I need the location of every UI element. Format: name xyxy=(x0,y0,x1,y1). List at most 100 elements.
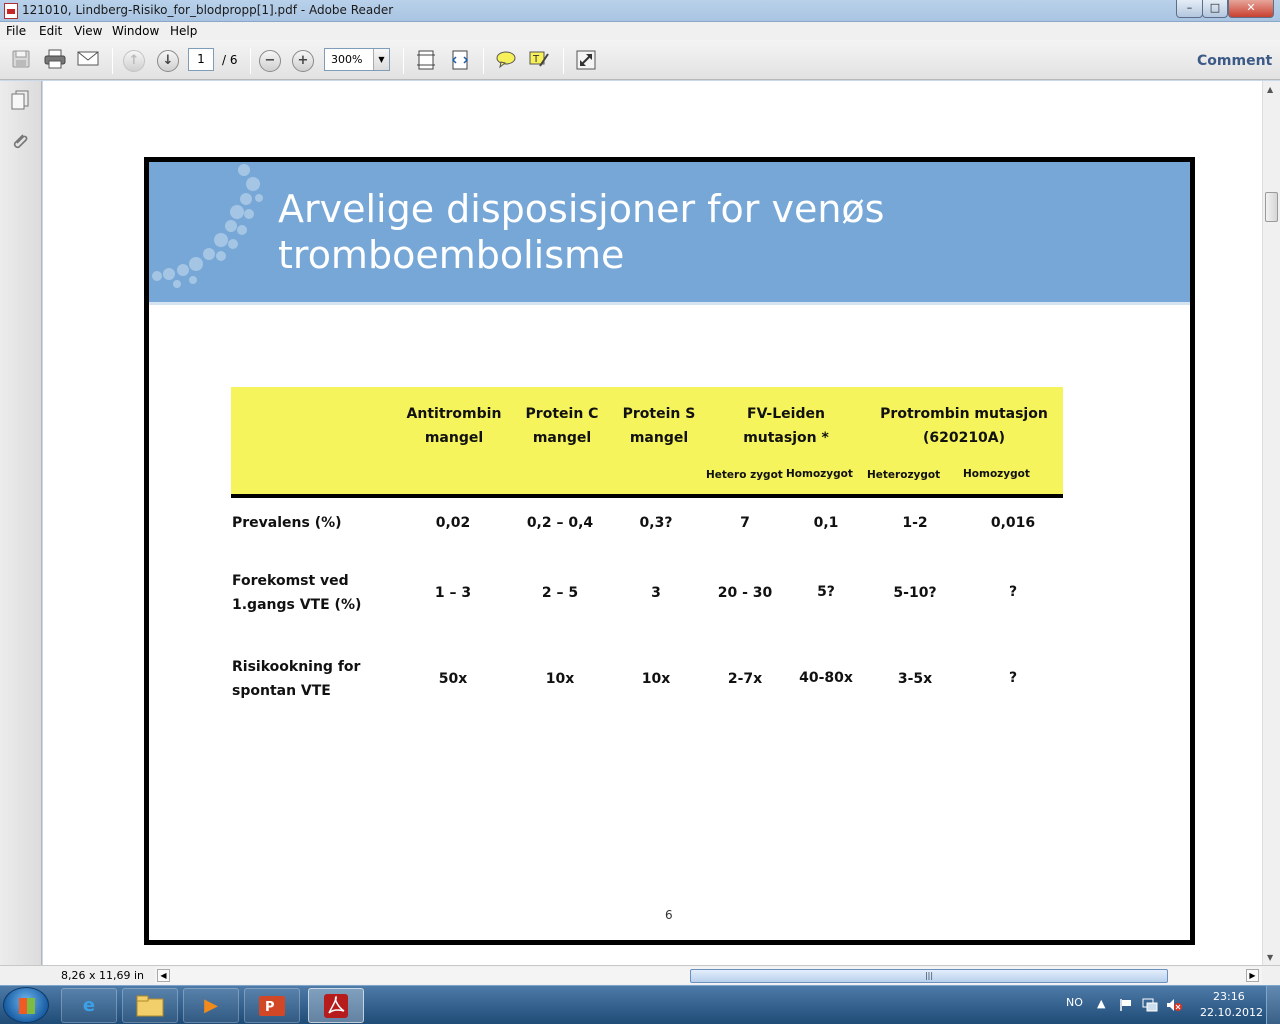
table-cell: 3-5x xyxy=(897,671,933,687)
header-line: mangel xyxy=(424,430,484,446)
row-label-line: spontan VTE xyxy=(232,683,331,699)
comment-pane-button[interactable]: Comment xyxy=(1197,53,1272,69)
scroll-down-icon[interactable]: ▼ xyxy=(1267,953,1273,962)
maximize-button[interactable]: □ xyxy=(1202,0,1228,18)
header-line: Protein S xyxy=(622,406,696,422)
subheader-fv-homo: Homozygot xyxy=(786,468,853,480)
slide-title: Arvelige disposisjoner for venøs tromboe… xyxy=(278,186,884,278)
print-icon[interactable] xyxy=(43,49,67,71)
table-cell: ? xyxy=(1008,670,1018,686)
table-cell: 5-10? xyxy=(893,585,937,601)
table-cell: 0,016 xyxy=(990,515,1036,531)
save-icon[interactable] xyxy=(9,49,33,71)
menu-file[interactable]: File xyxy=(6,24,26,38)
adobe-reader-icon[interactable] xyxy=(308,988,364,1023)
next-page-icon[interactable]: ↓ xyxy=(157,50,179,72)
table-cell: 3 xyxy=(651,585,661,601)
zoom-in-icon[interactable]: + xyxy=(292,50,314,72)
file-explorer-icon[interactable] xyxy=(122,988,178,1023)
svg-text:T: T xyxy=(532,54,540,65)
internet-explorer-icon[interactable]: e xyxy=(61,988,117,1023)
powerpoint-icon[interactable]: P xyxy=(244,988,300,1023)
bead-decoration xyxy=(152,164,263,288)
table-cell: 2 – 5 xyxy=(541,585,579,601)
row-label-risikookning: Risikookning for spontan VTE xyxy=(232,655,360,703)
chevron-down-icon[interactable]: ▼ xyxy=(373,49,389,70)
scroll-up-icon[interactable]: ▲ xyxy=(1267,85,1273,94)
highlight-icon[interactable]: T xyxy=(527,49,551,71)
header-line: mangel xyxy=(629,430,689,446)
menu-window[interactable]: Window xyxy=(112,24,159,38)
flag-icon[interactable] xyxy=(1119,998,1133,1024)
fit-page-icon[interactable] xyxy=(414,49,438,71)
document-view[interactable]: Arvelige disposisjoner for venøs tromboe… xyxy=(43,81,1262,965)
row-label-prevalens: Prevalens (%) xyxy=(232,511,342,535)
horizontal-scrollbar[interactable]: ◀ ||| ▶ xyxy=(155,967,1262,984)
menu-help[interactable]: Help xyxy=(170,24,197,38)
header-line: FV-Leiden xyxy=(747,406,825,422)
fit-width-icon[interactable] xyxy=(448,49,472,71)
clock-date[interactable]: 22.10.2012 xyxy=(1200,1006,1263,1024)
table-cell: 0,02 xyxy=(435,515,471,531)
pages-icon[interactable] xyxy=(9,89,31,111)
title-bar: 121010, Lindberg-Risiko_for_blodpropp[1]… xyxy=(0,0,1280,22)
zoom-value: 300% xyxy=(331,53,363,66)
zoom-select[interactable]: 300% ▼ xyxy=(324,48,390,71)
show-desktop-button[interactable] xyxy=(1266,986,1280,1024)
pdf-file-icon xyxy=(4,3,18,19)
table-cell: 0,1 xyxy=(813,515,839,531)
col-header-antitrombin: Antitrombin mangel xyxy=(394,402,514,450)
page-number-input[interactable]: 1 xyxy=(188,48,214,71)
language-indicator[interactable]: NO xyxy=(1066,996,1083,1024)
minimize-button[interactable]: – xyxy=(1176,0,1203,18)
table-cell: 10x xyxy=(545,671,575,687)
table-cell: 5? xyxy=(817,584,835,600)
table-cell: ? xyxy=(1008,584,1018,600)
scroll-right-icon[interactable]: ▶ xyxy=(1246,969,1259,982)
row-label-line: 1.gangs VTE (%) xyxy=(232,597,362,613)
table-cell: 1 – 3 xyxy=(434,585,472,601)
vertical-scrollbar[interactable]: ▲ ▼ xyxy=(1262,81,1280,965)
slide-header: Arvelige disposisjoner for venøs tromboe… xyxy=(149,162,1190,302)
header-divider xyxy=(149,302,1190,305)
expand-icon[interactable] xyxy=(574,49,598,71)
row-label-line: Prevalens (%) xyxy=(232,515,342,531)
col-header-protein-s: Protein S mangel xyxy=(609,402,709,450)
menu-bar: File Edit View Window Help xyxy=(0,22,1280,40)
table-header-rule xyxy=(231,494,1063,498)
subheader-fv-hetero: Hetero zygot xyxy=(706,469,783,481)
table-cell: 50x xyxy=(438,671,468,687)
menu-view[interactable]: View xyxy=(74,24,102,38)
sticky-note-icon[interactable] xyxy=(494,49,518,71)
scroll-thumb[interactable]: ||| xyxy=(690,969,1168,983)
network-icon[interactable] xyxy=(1142,998,1158,1024)
toolbar-separator xyxy=(403,48,404,74)
slide-title-line: tromboembolisme xyxy=(278,233,625,277)
toolbar-separator xyxy=(250,48,251,74)
slide-title-line: Arvelige disposisjoner for venøs xyxy=(278,187,885,231)
col-header-protein-c: Protein C mangel xyxy=(512,402,612,450)
zoom-out-icon[interactable]: − xyxy=(259,50,281,72)
subheader-pt-hetero: Heterozygot xyxy=(867,469,941,481)
toolbar-separator xyxy=(112,48,113,74)
media-player-icon[interactable]: ▶ xyxy=(183,988,239,1023)
scroll-left-icon[interactable]: ◀ xyxy=(157,969,170,982)
volume-muted-icon[interactable] xyxy=(1166,998,1182,1024)
table-cell: 0,2 – 0,4 xyxy=(526,515,594,531)
menu-edit[interactable]: Edit xyxy=(39,24,62,38)
prev-page-icon[interactable]: ↑ xyxy=(123,50,145,72)
start-button[interactable] xyxy=(3,987,49,1023)
table-cell: 1-2 xyxy=(902,515,928,531)
page-total-label: / 6 xyxy=(222,53,238,67)
row-label-forekomst: Forekomst ved 1.gangs VTE (%) xyxy=(232,569,361,617)
header-line: Protrombin mutasjon xyxy=(880,406,1048,422)
close-button[interactable]: ✕ xyxy=(1228,0,1274,18)
attachment-icon[interactable] xyxy=(9,131,31,153)
subheader-pt-homo: Homozygot xyxy=(963,468,1030,480)
scroll-thumb[interactable] xyxy=(1265,192,1278,222)
email-icon[interactable] xyxy=(76,49,100,71)
header-line: Protein C xyxy=(525,406,599,422)
svg-text:P: P xyxy=(265,1000,275,1015)
taskbar: e ▶ P NO ▲ 23:16 22.10.2012 xyxy=(0,985,1280,1024)
chevron-up-icon[interactable]: ▲ xyxy=(1097,997,1105,1024)
